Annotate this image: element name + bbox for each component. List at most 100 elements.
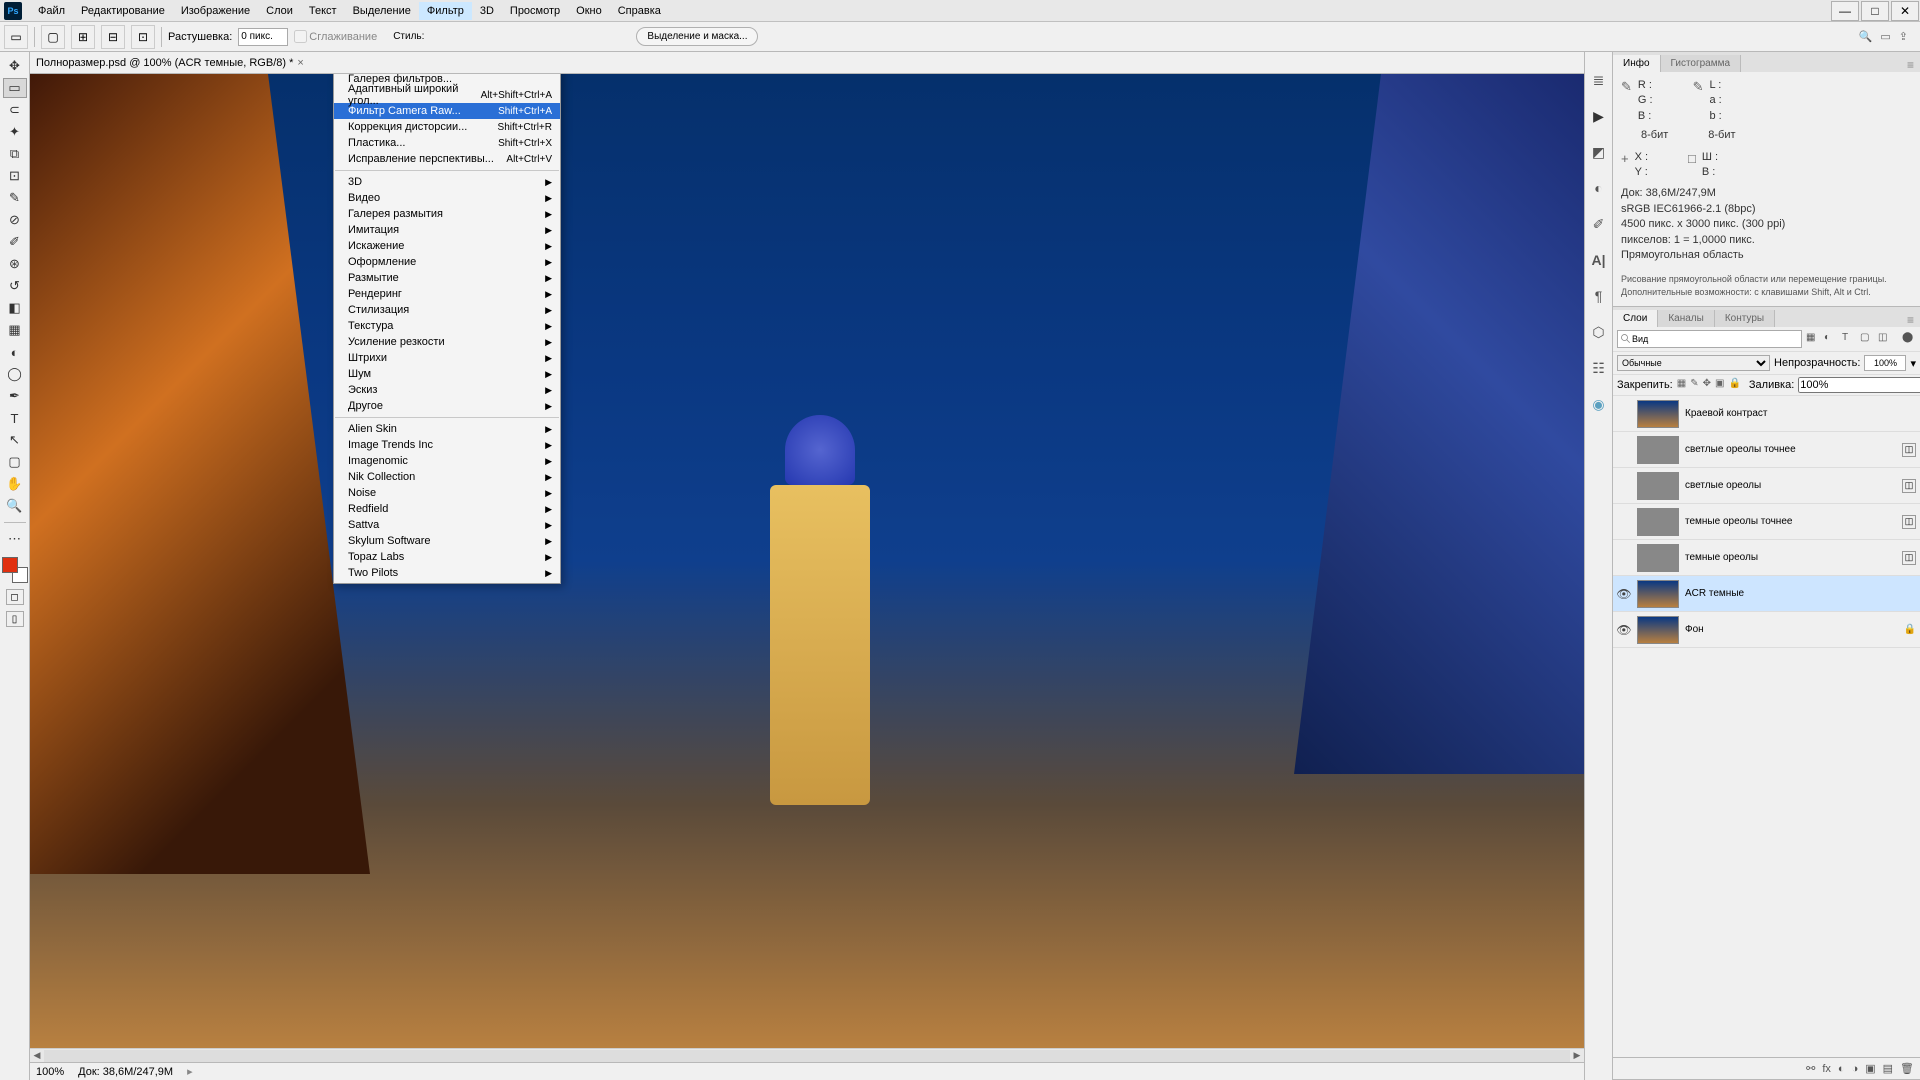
blur-tool[interactable]: ◐ xyxy=(3,342,27,362)
link-layers-icon[interactable]: ⚯ xyxy=(1806,1062,1815,1075)
menu-item[interactable]: Другое▶ xyxy=(334,398,560,414)
adjustments-panel-icon[interactable]: ◐ xyxy=(1589,178,1609,198)
brush-tool[interactable]: ✐ xyxy=(3,232,27,252)
layer-row[interactable]: Краевой контраст xyxy=(1613,396,1920,432)
menu-3d[interactable]: 3D xyxy=(472,2,502,20)
layer-mask-icon[interactable]: ◐ xyxy=(1838,1063,1845,1075)
menu-изображение[interactable]: Изображение xyxy=(173,2,258,20)
eraser-tool[interactable]: ◧ xyxy=(3,298,27,318)
smart-filter-badge[interactable]: ◫ xyxy=(1902,443,1916,457)
tab-info[interactable]: Инфо xyxy=(1613,55,1661,72)
delete-layer-icon[interactable]: 🗑 xyxy=(1900,1062,1914,1075)
pen-tool[interactable]: ✒ xyxy=(3,386,27,406)
history-panel-icon[interactable]: ≣ xyxy=(1589,70,1609,90)
group-icon[interactable]: ▣ xyxy=(1865,1062,1875,1075)
brushes-panel-icon[interactable]: ✐ xyxy=(1589,214,1609,234)
path-tool[interactable]: ↖ xyxy=(3,430,27,450)
menu-item[interactable]: Текстура▶ xyxy=(334,318,560,334)
horizontal-scrollbar[interactable]: ◀▶ xyxy=(30,1048,1584,1062)
hand-tool[interactable]: ✋ xyxy=(3,474,27,494)
properties-panel-icon[interactable]: ◩ xyxy=(1589,142,1609,162)
select-and-mask-button[interactable]: Выделение и маска... xyxy=(636,27,758,46)
menu-окно[interactable]: Окно xyxy=(568,2,610,20)
layer-row[interactable]: светлые ореолы точнее◫ xyxy=(1613,432,1920,468)
fill-input[interactable] xyxy=(1798,377,1920,393)
smart-filter-badge[interactable]: ◫ xyxy=(1902,515,1916,529)
menu-item[interactable]: Imagenomic▶ xyxy=(334,453,560,469)
screenmode-toggle[interactable]: ▯ xyxy=(6,611,24,627)
menu-item[interactable]: Image Trends Inc▶ xyxy=(334,437,560,453)
zoom-level[interactable]: 100% xyxy=(36,1066,64,1078)
menu-item[interactable]: Sattva▶ xyxy=(334,517,560,533)
filter-smart-icon[interactable]: ◫ xyxy=(1878,332,1892,346)
foreground-color-swatch[interactable] xyxy=(2,557,18,573)
close-button[interactable]: ✕ xyxy=(1891,1,1919,21)
lock-all-icon[interactable]: 🔒 xyxy=(1728,378,1740,392)
smart-filter-badge[interactable]: ◫ xyxy=(1902,479,1916,493)
workspace-icon[interactable]: ▭ xyxy=(1880,30,1890,43)
filter-adjustment-icon[interactable]: ◐ xyxy=(1824,332,1838,346)
3d-panel-icon[interactable]: ⬡ xyxy=(1589,322,1609,342)
layer-thumbnail[interactable] xyxy=(1637,508,1679,536)
layer-row[interactable]: 👁Фон🔒 xyxy=(1613,612,1920,648)
layer-thumbnail[interactable] xyxy=(1637,580,1679,608)
layer-thumbnail[interactable] xyxy=(1637,472,1679,500)
layer-thumbnail[interactable] xyxy=(1637,436,1679,464)
menu-item[interactable]: Фильтр Camera Raw...Shift+Ctrl+A xyxy=(334,103,560,119)
menu-item[interactable]: Адаптивный широкий угол...Alt+Shift+Ctrl… xyxy=(334,87,560,103)
color-swatches[interactable] xyxy=(2,557,28,583)
history-brush-tool[interactable]: ↺ xyxy=(3,276,27,296)
layer-thumbnail[interactable] xyxy=(1637,544,1679,572)
menu-item[interactable]: 3D▶ xyxy=(334,174,560,190)
menu-item[interactable]: Оформление▶ xyxy=(334,254,560,270)
character-panel-icon[interactable]: A| xyxy=(1589,250,1609,270)
tab-paths[interactable]: Контуры xyxy=(1715,310,1775,327)
menu-item[interactable]: Alien Skin▶ xyxy=(334,421,560,437)
lock-transparency-icon[interactable]: ▦ xyxy=(1677,378,1686,392)
menu-item[interactable]: Усиление резкости▶ xyxy=(334,334,560,350)
edit-toolbar[interactable]: ⋯ xyxy=(3,529,27,549)
panel-menu-icon[interactable]: ≡ xyxy=(1901,313,1920,327)
layer-row[interactable]: темные ореолы◫ xyxy=(1613,540,1920,576)
marquee-tool[interactable]: ▭ xyxy=(3,78,27,98)
layer-thumbnail[interactable] xyxy=(1637,400,1679,428)
menu-справка[interactable]: Справка xyxy=(610,2,669,20)
menu-item[interactable]: Стилизация▶ xyxy=(334,302,560,318)
menu-item[interactable]: Имитация▶ xyxy=(334,222,560,238)
menu-item[interactable]: Skylum Software▶ xyxy=(334,533,560,549)
menu-item[interactable]: Пластика...Shift+Ctrl+X xyxy=(334,135,560,151)
menu-item[interactable]: Видео▶ xyxy=(334,190,560,206)
feather-input[interactable] xyxy=(238,28,288,46)
menu-item[interactable]: Галерея размытия▶ xyxy=(334,206,560,222)
maximize-button[interactable]: □ xyxy=(1861,1,1889,21)
menu-просмотр[interactable]: Просмотр xyxy=(502,2,568,20)
close-tab-icon[interactable]: × xyxy=(297,57,303,69)
panel-menu-icon[interactable]: ≡ xyxy=(1901,58,1920,72)
filter-toggle-icon[interactable]: ⬤ xyxy=(1902,332,1916,346)
menu-item[interactable]: Эскиз▶ xyxy=(334,382,560,398)
layer-row[interactable]: темные ореолы точнее◫ xyxy=(1613,504,1920,540)
lock-position-icon[interactable]: ✥ xyxy=(1703,378,1711,392)
menu-item[interactable]: Исправление перспективы...Alt+Ctrl+V xyxy=(334,151,560,167)
selection-new-icon[interactable]: ▢ xyxy=(41,25,65,49)
menu-item[interactable]: Noise▶ xyxy=(334,485,560,501)
menu-item[interactable]: Рендеринг▶ xyxy=(334,286,560,302)
document-tab[interactable]: Полноразмер.psd @ 100% (ACR темные, RGB/… xyxy=(30,52,1584,74)
lasso-tool[interactable]: ⊂ xyxy=(3,100,27,120)
libraries-panel-icon[interactable]: ☷ xyxy=(1589,358,1609,378)
smart-filter-badge[interactable]: ◫ xyxy=(1902,551,1916,565)
lock-artboard-icon[interactable]: ▣ xyxy=(1715,378,1724,392)
type-tool[interactable]: T xyxy=(3,408,27,428)
layer-row[interactable]: 👁ACR темные xyxy=(1613,576,1920,612)
filter-type-icon[interactable]: T xyxy=(1842,332,1856,346)
layer-style-icon[interactable]: fx xyxy=(1822,1063,1831,1075)
tab-channels[interactable]: Каналы xyxy=(1658,310,1715,327)
layer-row[interactable]: светлые ореолы◫ xyxy=(1613,468,1920,504)
filter-shape-icon[interactable]: ▢ xyxy=(1860,332,1874,346)
share-icon[interactable]: ⇪ xyxy=(1899,30,1908,43)
menu-item[interactable]: Искажение▶ xyxy=(334,238,560,254)
opacity-input[interactable] xyxy=(1864,355,1906,371)
menu-item[interactable]: Two Pilots▶ xyxy=(334,565,560,581)
menu-item[interactable]: Штрихи▶ xyxy=(334,350,560,366)
menu-слои[interactable]: Слои xyxy=(258,2,301,20)
